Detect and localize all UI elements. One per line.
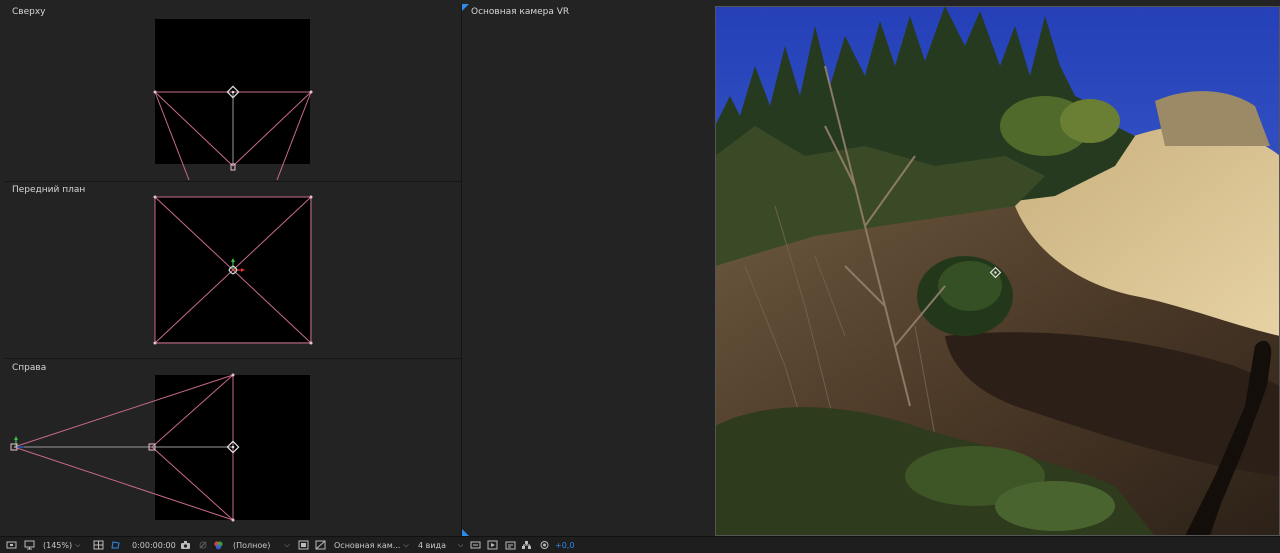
top-view-camera-wireframe[interactable] — [4, 4, 461, 180]
active-view-corner-marker — [462, 4, 469, 11]
exposure-value[interactable]: +0,0 — [555, 537, 574, 553]
grid-guide-button[interactable] — [93, 537, 104, 553]
timeline-button[interactable] — [505, 537, 516, 553]
chevron-down-icon: ⌵ — [75, 540, 81, 549]
exposure-value-text: +0,0 — [555, 540, 575, 550]
timeline-icon — [505, 541, 516, 550]
magnification-value: (145%) — [43, 540, 73, 550]
active-view-corner-marker — [462, 529, 469, 536]
region-of-interest-button[interactable] — [298, 537, 309, 553]
reset-exposure-button[interactable] — [539, 537, 550, 553]
current-time-display[interactable]: 0:00:00:00 — [132, 537, 176, 553]
chevron-down-icon: ⌵ — [457, 540, 464, 549]
monitor-icon — [24, 540, 35, 550]
transparency-grid-icon — [315, 540, 326, 550]
show-snapshot-button[interactable] — [198, 537, 209, 553]
right-view-camera-wireframe[interactable] — [4, 359, 461, 535]
transparency-grid-button[interactable] — [315, 537, 326, 553]
monitor-button[interactable] — [24, 537, 35, 553]
active-camera-value: Основная кам... — [334, 540, 401, 550]
flowchart-button[interactable] — [521, 537, 532, 553]
camera-position-icon — [10, 436, 24, 451]
active-camera-dropdown[interactable]: Основная кам... ⌵ — [334, 537, 409, 553]
mask-icon — [111, 541, 120, 549]
front-view-panel[interactable]: Передний план — [4, 182, 461, 358]
fast-previews-icon — [487, 540, 498, 550]
show-channel-button[interactable] — [213, 537, 224, 553]
fast-previews-button[interactable] — [487, 537, 498, 553]
view-layout-dropdown[interactable]: 4 вида ⌵ — [418, 537, 463, 553]
pixel-aspect-icon — [470, 541, 481, 549]
composition-viewer-toolbar: (145%) ⌵ 0:00:00:00 (Полное) ⌵ Основная … — [0, 536, 1280, 552]
magnification-dropdown[interactable]: (145%) ⌵ — [43, 537, 80, 553]
right-view-panel[interactable]: Справа — [4, 359, 461, 535]
exposure-icon — [540, 541, 549, 549]
resolution-value: (Полное) — [233, 540, 271, 550]
grid-icon — [93, 540, 104, 550]
top-view-panel[interactable]: Сверху — [4, 4, 461, 180]
show-snapshot-icon — [199, 541, 207, 549]
preview-toggle-icon — [6, 541, 17, 549]
timecode: 0:00:00:00 — [132, 540, 176, 550]
view-layout-value: 4 вида — [418, 540, 446, 550]
resolution-dropdown[interactable]: (Полное) ⌵ — [233, 537, 290, 553]
toggle-pixel-aspect-button[interactable] — [470, 537, 481, 553]
region-of-interest-icon — [298, 540, 309, 550]
front-view-camera-wireframe[interactable] — [4, 182, 461, 358]
snapshot-button[interactable] — [180, 537, 191, 553]
chevron-down-icon: ⌵ — [284, 540, 290, 549]
mask-visibility-button[interactable] — [110, 537, 121, 553]
flowchart-icon — [522, 541, 531, 549]
composition-workspace: Сверху Передний план Справа Основная кам… — [0, 0, 1280, 536]
color-channels-icon — [214, 541, 223, 550]
camera-view-label: Основная камера VR — [471, 7, 570, 17]
footage-frame-border — [715, 6, 1280, 536]
always-preview-button[interactable] — [6, 537, 17, 553]
camera-view-panel[interactable]: Основная камера VR — [462, 4, 1280, 536]
camera-icon — [181, 541, 190, 549]
chevron-down-icon: ⌵ — [403, 540, 409, 549]
